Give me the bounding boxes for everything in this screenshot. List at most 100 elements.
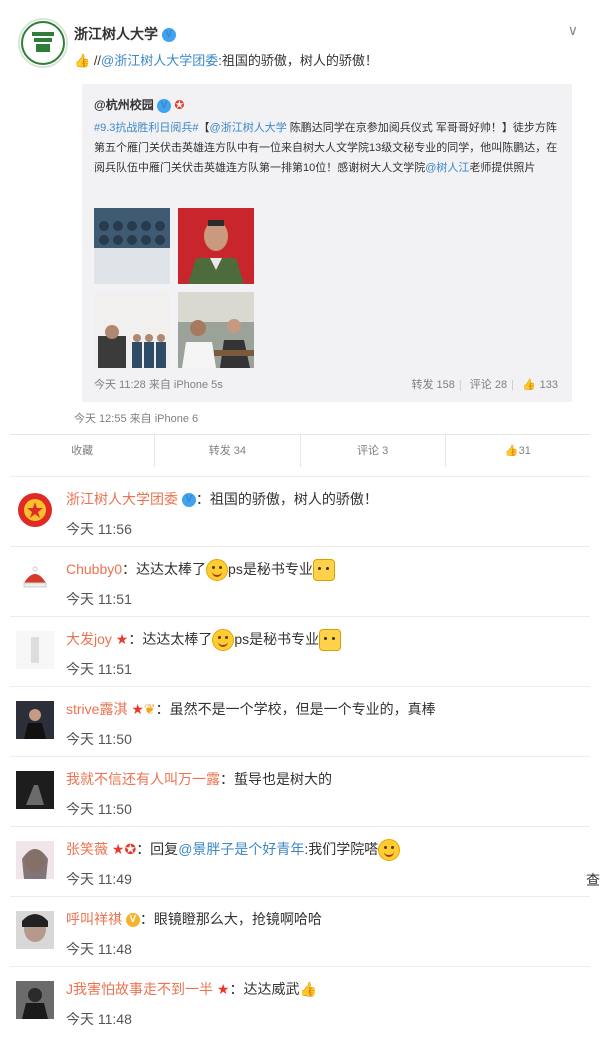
repost-body-end: 老师提供照片	[469, 162, 536, 174]
comment-time: 今天 11:51	[66, 591, 132, 607]
comment-time: 今天 11:48	[66, 1011, 132, 1027]
avatar[interactable]	[16, 491, 54, 529]
repost-box: @杭州校园 V ✪ #9.3抗战胜利日阅兵#【@浙江树人大学 陈鹏达同学在京参加…	[82, 84, 572, 402]
comment-author[interactable]: Chubby0	[66, 561, 122, 577]
repost-mention-link-2[interactable]: @树人江	[425, 162, 469, 174]
verified-icon: V	[161, 28, 176, 43]
comment-author[interactable]: 浙江树人大学团委	[66, 491, 178, 507]
comment-label: 评论 3	[357, 445, 389, 457]
comment-item: 浙江树人大学团委 V ：祖国的骄傲，树人的骄傲！ 今天 11:56	[10, 476, 590, 547]
comment-author[interactable]: 张笑薇	[66, 841, 108, 857]
like-count: 31	[518, 445, 531, 457]
photo-thumbnail[interactable]	[178, 208, 254, 284]
weibo-post-card: 浙江树人大学 V ∨ 👍 //@浙江树人大学团委:祖国的骄傲，树人的骄傲！ @杭…	[10, 8, 590, 464]
medal-icon: ✪	[124, 841, 137, 857]
comment-text: ：蜇导也是树大的	[220, 771, 332, 787]
comment-time: 今天 11:48	[66, 941, 132, 957]
comment-text-2: ps是秘书专业	[228, 561, 313, 577]
avatar[interactable]	[16, 701, 54, 739]
like-button[interactable]: 👍31	[444, 435, 590, 467]
repost-title: 陈鹏达同学在京参加阅兵仪式 军哥哥好帅！】	[286, 122, 513, 134]
comment-item: strive露淇 ★❦：虽然不是一个学校，但是一个专业的，真棒 今天 11:50	[10, 686, 590, 757]
repost-label: 转发 34	[208, 445, 247, 457]
comment-time: 今天 11:49	[66, 871, 132, 887]
comment-content: 张笑薇 ★✪：回复@景胖子是个好青年:我们学院嗒	[66, 839, 401, 862]
like-icon: 👍	[504, 445, 519, 457]
comment-mention-link[interactable]: @景胖子是个好青年	[178, 841, 304, 857]
repost-mention-link[interactable]: @浙江树人大学	[210, 122, 287, 134]
comment-item: 我就不信还有人叫万一露：蜇导也是树大的 今天 11:50	[10, 756, 590, 827]
avatar[interactable]	[16, 911, 54, 949]
comment-time: 今天 11:50	[66, 731, 132, 747]
repost-stats: 转发 158 | 评论 28 | 👍 133	[411, 379, 559, 391]
post-author-name[interactable]: 浙江树人大学	[74, 26, 158, 42]
comment-text: ：达达威武	[229, 981, 300, 997]
smile-emoji-icon	[206, 559, 229, 582]
comment-time: 今天 11:51	[66, 661, 132, 677]
post-body: :祖国的骄傲，树人的骄傲！	[218, 53, 378, 68]
avatar[interactable]	[16, 841, 54, 879]
verified-icon: V	[157, 98, 172, 113]
photo-thumbnail[interactable]	[94, 292, 170, 368]
chevron-down-icon[interactable]: ∨	[568, 22, 578, 39]
comment-text: ：回复	[136, 841, 179, 857]
medal-icon: ✪	[174, 98, 185, 112]
post-text: 👍 //@浙江树人大学团委:祖国的骄傲，树人的骄傲！	[74, 50, 378, 69]
university-logo-avatar[interactable]	[18, 18, 68, 68]
comment-text: ：达达太棒了	[122, 561, 207, 577]
repost-timestamp[interactable]: 今天 11:28 来自 iPhone 5s	[94, 376, 223, 392]
comment-author[interactable]: 呼叫祥祺	[66, 911, 122, 927]
repost-bracket: 【	[198, 122, 210, 134]
star-icon: ★	[216, 981, 230, 997]
comment-text: ：眼镜瞪那么大，抢镜啊哈哈	[139, 911, 322, 927]
repost-author[interactable]: @杭州校园 V ✪	[94, 96, 184, 113]
comment-author[interactable]: 大发joy	[66, 631, 112, 647]
comment-item: Chubby0：达达太棒了 ps是秘书专业 今天 11:51	[10, 546, 590, 617]
comment-content: 我就不信还有人叫万一露：蜇导也是树大的	[66, 769, 332, 789]
favorite-button[interactable]: 收藏	[10, 435, 154, 467]
comment-time: 今天 11:50	[66, 801, 132, 817]
repost-text: #9.3抗战胜利日阅兵#【@浙江树人大学 陈鹏达同学在京参加阅兵仪式 军哥哥好帅…	[94, 118, 562, 178]
comment-content: J我害怕故事走不到一半 ★：达达威武👍	[66, 979, 317, 999]
hashtag-link[interactable]: #9.3抗战胜利日阅兵#	[94, 122, 199, 134]
comment-time: 今天 11:56	[66, 521, 132, 537]
comment-author[interactable]: strive露淇	[66, 701, 127, 717]
cat-emoji-icon	[312, 559, 335, 582]
photo-thumbnail[interactable]	[94, 208, 170, 284]
comment-item: J我害怕故事走不到一半 ★：达达威武👍 今天 11:48	[10, 966, 590, 1037]
star-icon: ★	[131, 701, 144, 717]
repost-button[interactable]: 转发 34	[154, 435, 299, 467]
favorite-label: 收藏	[71, 445, 94, 457]
thumbs-up-icon: 👍	[74, 53, 91, 68]
avatar[interactable]	[16, 631, 54, 669]
like-icon[interactable]: 👍	[522, 379, 536, 391]
comment-item: 呼叫祥祺 V ：眼镜瞪那么大，抢镜啊哈哈 今天 11:48	[10, 896, 590, 967]
avatar[interactable]	[16, 561, 54, 599]
post-mention-link[interactable]: @浙江树人大学团委	[101, 53, 218, 68]
comment-content: Chubby0：达达太棒了 ps是秘书专业	[66, 559, 335, 582]
comment-button[interactable]: 评论 3	[299, 435, 445, 467]
verified-icon: V	[125, 913, 140, 928]
post-timestamp[interactable]: 今天 12:55 来自 iPhone 6	[74, 410, 198, 426]
comment-content: 呼叫祥祺 V ：眼镜瞪那么大，抢镜啊哈哈	[66, 909, 322, 929]
repost-comment-link[interactable]: 评论 28	[470, 379, 507, 391]
post-prefix: //	[93, 53, 102, 68]
comment-text: ：祖国的骄傲，树人的骄傲！	[195, 491, 378, 507]
post-author[interactable]: 浙江树人大学 V	[74, 24, 176, 44]
edge-link[interactable]: 查	[586, 870, 600, 890]
comment-author[interactable]: 我就不信还有人叫万一露	[66, 771, 220, 787]
comment-author[interactable]: J我害怕故事走不到一半	[66, 981, 213, 997]
avatar[interactable]	[16, 981, 54, 1019]
balloon-icon: ❦	[143, 701, 156, 717]
repost-repost-link[interactable]: 转发 158	[412, 379, 455, 391]
comment-content: 大发joy ★：达达太棒了 ps是秘书专业	[66, 629, 342, 652]
avatar[interactable]	[16, 771, 54, 809]
cat-emoji-icon	[319, 629, 342, 652]
repost-author-name[interactable]: @杭州校园	[94, 98, 154, 112]
verified-icon: V	[181, 493, 196, 508]
thumbs-up-emoji-icon: 👍	[299, 981, 317, 997]
smile-emoji-icon	[212, 629, 235, 652]
photo-thumbnail[interactable]	[178, 292, 254, 368]
post-action-bar: 收藏 转发 34 评论 3 👍31	[10, 434, 590, 467]
repost-like-count[interactable]: 133	[540, 379, 558, 391]
